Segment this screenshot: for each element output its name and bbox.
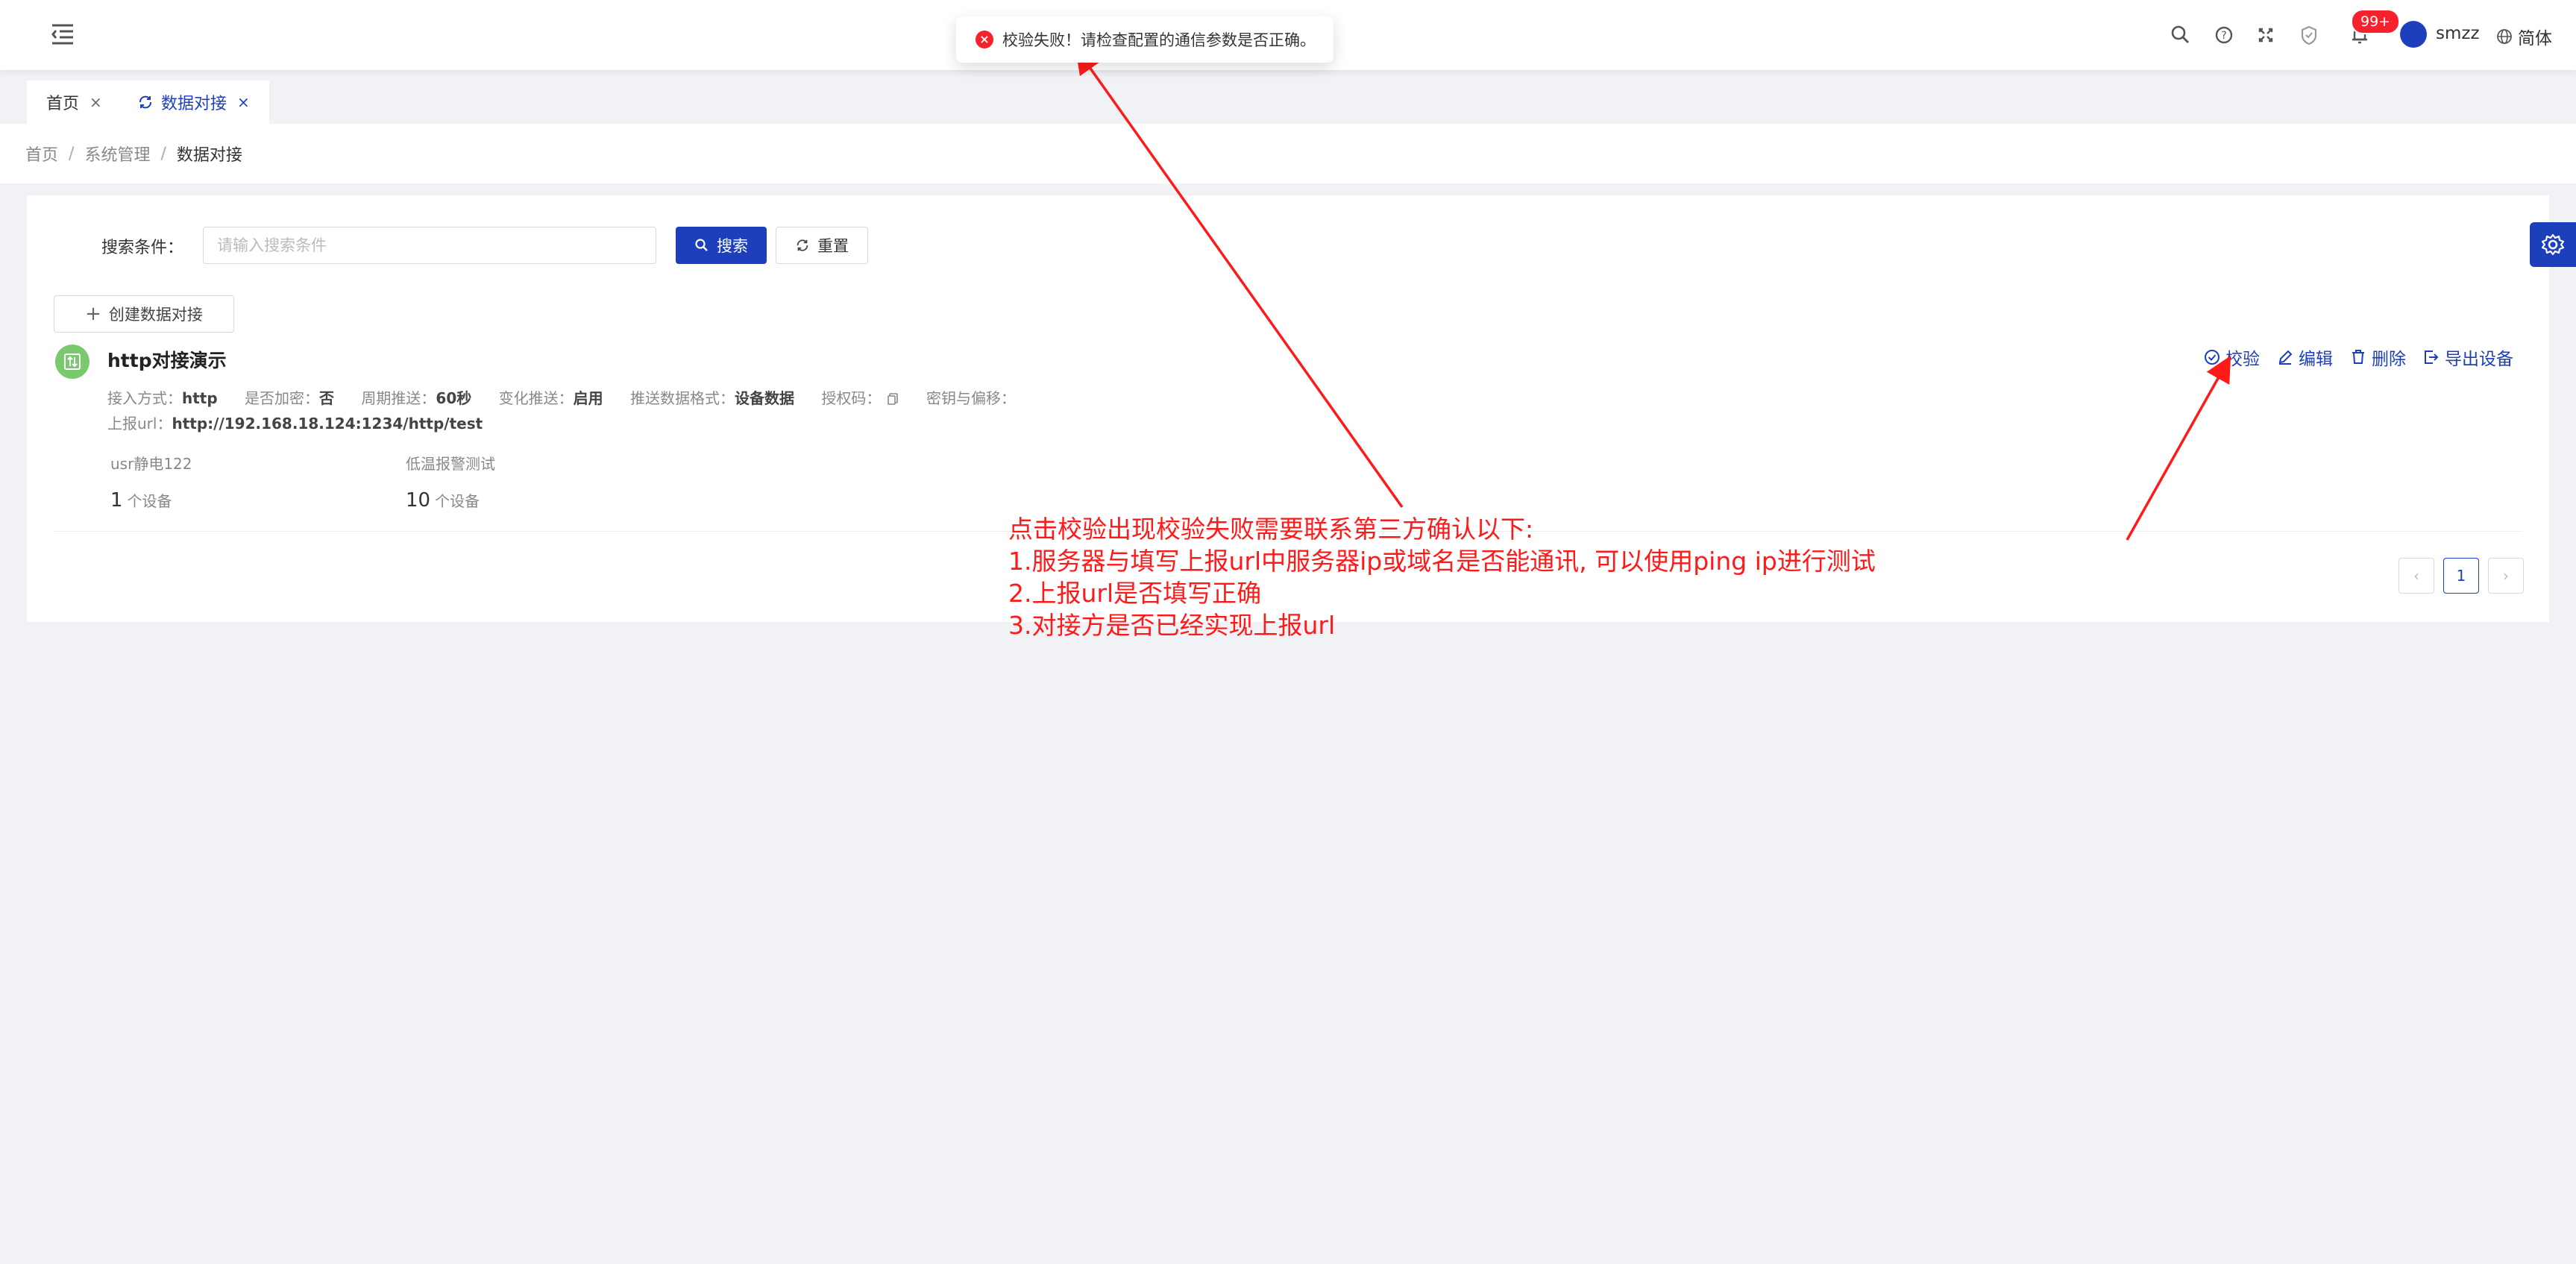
search-button-label: 搜索: [717, 237, 748, 255]
edit-icon: [2278, 350, 2293, 365]
search-icon[interactable]: [2167, 22, 2194, 48]
tab-label: 首页: [46, 95, 80, 113]
change-label: 变化推送：: [498, 389, 574, 407]
annotation-note: 点击校验出现校验失败需要联系第三方确认以下: 1.服务器与填写上报url中服务器…: [1008, 513, 1876, 641]
search-label: 搜索条件：: [101, 239, 184, 257]
key-label: 密钥与偏移：: [926, 389, 1017, 407]
close-icon[interactable]: ×: [89, 93, 102, 111]
url-label: 上报url：: [107, 415, 172, 433]
settings-button[interactable]: [2530, 222, 2576, 267]
check-circle-icon: [2205, 350, 2220, 365]
shield-icon[interactable]: [2296, 22, 2322, 48]
tab-data-integration[interactable]: 数据对接 ×: [118, 81, 269, 124]
tab-bar: 首页 × 数据对接 ×: [0, 70, 2576, 180]
device-count-unit: 个设备: [435, 492, 480, 510]
error-toast: × 校验失败！请检查配置的通信参数是否正确。: [956, 16, 1333, 63]
svg-text:?: ?: [2221, 30, 2226, 42]
trash-icon: [2352, 350, 2364, 364]
verify-button[interactable]: 校验: [2203, 345, 2260, 370]
gear-icon: [2541, 233, 2565, 256]
encrypt-value: 否: [319, 389, 335, 407]
period-label: 周期推送：: [361, 389, 436, 407]
page-number-button[interactable]: 1: [2443, 558, 2479, 594]
breadcrumb-separator: /: [69, 144, 75, 163]
language-switch[interactable]: 简体: [2495, 24, 2552, 49]
group-device-count: 1 个设备: [110, 489, 172, 512]
notification-badge: 99+: [2351, 9, 2401, 34]
delete-button[interactable]: 删除: [2349, 345, 2406, 370]
device-count-value: 1: [110, 489, 123, 512]
access-label: 接入方式：: [107, 389, 182, 407]
item-actions: 校验 编辑 删除 导出设备: [2203, 345, 2513, 370]
report-url-row: 上报url：http://192.168.18.124:1234/http/te…: [107, 412, 483, 433]
encrypt-label: 是否加密：: [245, 389, 320, 407]
search-input[interactable]: [203, 227, 656, 264]
device-count-value: 10: [406, 489, 431, 512]
help-icon[interactable]: ?: [2211, 22, 2237, 48]
fullscreen-icon[interactable]: [2252, 22, 2279, 48]
auth-label: 授权码：: [821, 389, 882, 407]
export-icon: [2425, 350, 2439, 364]
period-value: 60秒: [436, 389, 472, 407]
format-label: 推送数据格式：: [629, 389, 735, 407]
search-button[interactable]: 搜索: [676, 227, 767, 264]
url-value: http://192.168.18.124:1234/http/test: [172, 415, 483, 433]
menu-fold-icon[interactable]: [49, 21, 79, 48]
breadcrumb-item[interactable]: 系统管理: [84, 142, 150, 166]
close-icon[interactable]: ×: [237, 93, 250, 111]
edit-label: 编辑: [2299, 350, 2333, 369]
breadcrumb-item[interactable]: 首页: [25, 142, 58, 166]
tab-label: 数据对接: [161, 95, 227, 113]
delete-label: 删除: [2372, 350, 2406, 369]
verify-label: 校验: [2225, 350, 2260, 369]
refresh-icon[interactable]: [137, 94, 154, 110]
plus-icon: +: [85, 303, 101, 325]
integration-icon: [55, 345, 89, 379]
group-device-count: 10 个设备: [406, 489, 480, 512]
language-label: 简体: [2518, 29, 2552, 48]
device-count-unit: 个设备: [127, 492, 172, 510]
breadcrumb: 首页 / 系统管理 / 数据对接: [0, 124, 2576, 183]
export-label: 导出设备: [2445, 350, 2513, 369]
prev-page-button[interactable]: ‹: [2398, 558, 2434, 594]
edit-button[interactable]: 编辑: [2276, 345, 2333, 370]
integration-meta: 接入方式：http 是否加密：否 周期推送：60秒 变化推送：启用 推送数据格式…: [107, 386, 1016, 408]
globe-icon: [2497, 29, 2512, 44]
tab-home[interactable]: 首页 ×: [27, 81, 122, 124]
reset-icon: [797, 239, 808, 251]
copy-icon[interactable]: [886, 392, 899, 406]
annotation-line: 点击校验出现校验失败需要联系第三方确认以下:: [1008, 515, 1534, 544]
access-value: http: [182, 389, 218, 407]
format-value: 设备数据: [734, 389, 794, 407]
next-page-button[interactable]: ›: [2488, 558, 2524, 594]
group-name: usr静电122: [110, 455, 192, 473]
annotation-line: 2.上报url是否填写正确: [1008, 579, 1262, 608]
breadcrumb-separator: /: [160, 144, 166, 163]
reset-button[interactable]: 重置: [776, 227, 868, 264]
group-name: 低温报警测试: [406, 455, 495, 473]
change-value: 启用: [573, 389, 603, 407]
username[interactable]: smzz: [2436, 24, 2480, 43]
export-devices-button[interactable]: 导出设备: [2422, 345, 2513, 370]
error-icon: ×: [976, 31, 993, 48]
toast-message: 校验失败！请检查配置的通信参数是否正确。: [1002, 31, 1316, 49]
integration-title: http对接演示: [107, 350, 227, 371]
breadcrumb-current: 数据对接: [176, 146, 242, 165]
avatar[interactable]: [2400, 21, 2427, 48]
create-button-label: 创建数据对接: [108, 306, 203, 324]
annotation-line: 1.服务器与填写上报url中服务器ip或域名是否能通讯, 可以使用ping ip…: [1008, 547, 1876, 576]
search-icon: [695, 239, 708, 251]
reset-button-label: 重置: [817, 237, 849, 255]
annotation-line: 3.对接方是否已经实现上报url: [1008, 611, 1336, 640]
create-integration-button[interactable]: + 创建数据对接: [54, 295, 234, 333]
